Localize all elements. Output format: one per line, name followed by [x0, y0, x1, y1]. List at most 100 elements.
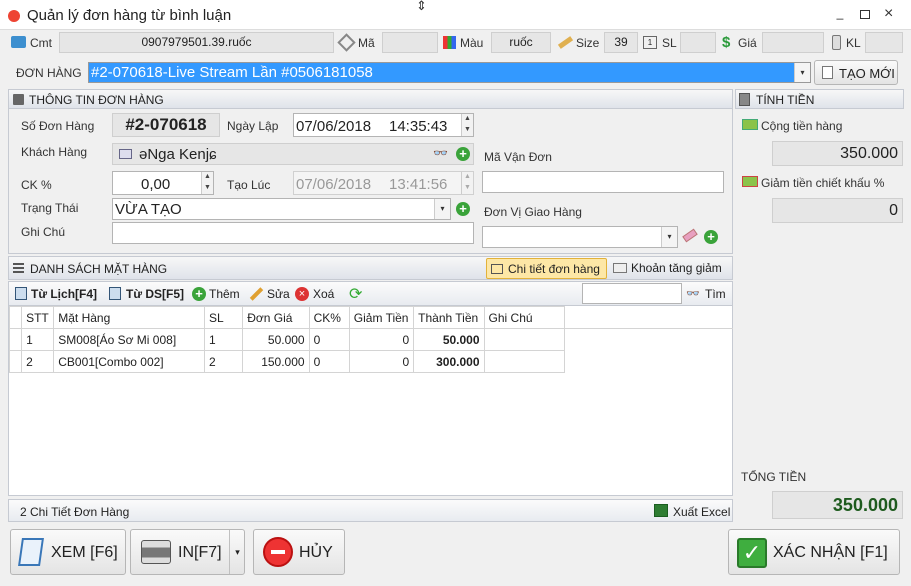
binoculars-icon[interactable]: 👓 — [433, 146, 448, 160]
ngay-lap-spinner[interactable]: ▲ ▼ — [461, 114, 473, 136]
tao-luc-field: 07/06/2018 13:41:56 ▲ ▼ — [293, 171, 474, 195]
in-dropdown-arrow[interactable]: ▾ — [229, 530, 245, 574]
resize-cursor-icon: ⇕ — [416, 0, 427, 13]
cell-mat-hang[interactable]: SM008[Áo Sơ Mi 008] — [53, 328, 206, 351]
col-indicator — [8, 306, 23, 329]
table-row[interactable]: 1 SM008[Áo Sơ Mi 008] 1 50.000 0 0 50.00… — [8, 328, 566, 351]
sua-button[interactable]: Sửa — [267, 287, 290, 301]
tab-chi-tiet-label: Chi tiết đơn hàng — [508, 262, 600, 276]
tim-button[interactable]: Tìm — [705, 287, 726, 301]
in-button[interactable]: IN[F7] ▾ — [130, 529, 245, 575]
order-dropdown-button[interactable]: ▾ — [794, 63, 810, 82]
cell-stt[interactable]: 1 — [21, 328, 55, 351]
ruler-icon — [557, 36, 574, 49]
detail-count: 2 Chi Tiết Đơn Hàng — [20, 505, 130, 519]
xoa-button[interactable]: Xoá — [313, 287, 334, 301]
items-table: STT Mặt Hàng SL Đơn Giá CK% Giảm Tiền Th… — [8, 306, 566, 373]
col-ghi-chu[interactable]: Ghi Chú — [483, 306, 566, 329]
ma-van-don-field[interactable] — [482, 171, 724, 193]
mau-field[interactable]: ruốc — [491, 32, 551, 53]
row-indicator — [8, 350, 23, 373]
don-vi-label: Đơn Vị Giao Hàng — [484, 205, 582, 219]
palette-icon — [443, 36, 456, 49]
sl-field[interactable] — [680, 32, 716, 53]
add-status-icon[interactable]: + — [456, 202, 470, 216]
xem-button[interactable]: XEM [F6] — [10, 529, 126, 575]
search-field[interactable] — [582, 283, 682, 304]
khach-hang-field[interactable]: əNga Kenjɕ — [112, 143, 474, 165]
col-ck[interactable]: CK% — [308, 306, 350, 329]
col-mat-hang[interactable]: Mặt Hàng — [53, 306, 206, 329]
close-button[interactable]: × — [884, 5, 893, 23]
cell-giam-tien[interactable]: 0 — [348, 350, 415, 373]
cmt-field[interactable]: 0907979501.39.ruốc — [59, 32, 334, 53]
tag-icon — [337, 33, 356, 52]
cell-giam-tien[interactable]: 0 — [348, 328, 415, 351]
kl-label: KL — [846, 36, 861, 50]
maximize-button[interactable] — [860, 10, 870, 19]
new-order-button[interactable]: TẠO MỚI — [814, 60, 898, 85]
don-vi-select[interactable]: ▾ — [482, 226, 678, 248]
title-bar: Quản lý đơn hàng từ bình luận ⇕ _ × — [0, 0, 911, 30]
minimize-button[interactable]: _ — [834, 7, 846, 20]
size-field[interactable]: 39 — [604, 32, 638, 53]
ghi-chu-field[interactable] — [112, 222, 474, 244]
col-sl[interactable]: SL — [204, 306, 244, 329]
cell-don-gia[interactable]: 150.000 — [242, 350, 310, 373]
add-shipper-icon[interactable]: + — [704, 230, 718, 244]
ck-field[interactable]: 0,00 ▲ ▼ — [112, 171, 214, 195]
kl-field[interactable] — [865, 32, 903, 53]
cell-sl[interactable]: 1 — [204, 328, 244, 351]
trang-thai-dropdown[interactable]: ▾ — [434, 199, 450, 219]
col-don-gia[interactable]: Đơn Giá — [242, 306, 310, 329]
order-select[interactable]: #2-070618-Live Stream Lần #0506181058 ▾ — [88, 62, 811, 83]
gia-label: Giá — [738, 36, 757, 50]
cancel-icon — [263, 537, 293, 567]
trang-thai-select[interactable]: VỪA TẠO ▾ — [112, 198, 451, 220]
order-label: ĐƠN HÀNG — [16, 66, 82, 80]
them-button[interactable]: Thêm — [209, 287, 240, 301]
cell-don-gia[interactable]: 50.000 — [242, 328, 310, 351]
cell-ghi-chu[interactable] — [483, 350, 566, 373]
xac-nhan-button[interactable]: ✓ XÁC NHẬN [F1] — [728, 529, 900, 575]
tao-luc-label: Tạo Lúc — [227, 178, 271, 192]
tao-luc-date: 07/06/2018 — [296, 176, 372, 193]
new-document-icon — [822, 66, 833, 79]
eraser-icon[interactable] — [682, 228, 698, 243]
xac-nhan-label: XÁC NHẬN [F1] — [773, 544, 888, 561]
xem-label: XEM [F6] — [51, 544, 118, 561]
ck-spinner[interactable]: ▲ ▼ — [201, 172, 213, 194]
col-thanh-tien[interactable]: Thành Tiền — [413, 306, 485, 329]
tab-khoan-tang-giam[interactable]: Khoản tăng giảm — [610, 258, 731, 279]
cell-ck[interactable]: 0 — [308, 350, 350, 373]
cell-ghi-chu[interactable] — [483, 328, 566, 351]
tu-ds-button[interactable]: Từ DS[F5] — [126, 287, 184, 301]
tab-chi-tiet[interactable]: Chi tiết đơn hàng — [486, 258, 607, 279]
sl-label: SL — [662, 36, 677, 50]
cell-stt[interactable]: 2 — [21, 350, 55, 373]
cell-mat-hang[interactable]: CB001[Combo 002] — [53, 350, 206, 373]
col-stt[interactable]: STT — [21, 306, 55, 329]
huy-button[interactable]: HỦY — [253, 529, 345, 575]
tu-lich-button[interactable]: Từ Lịch[F4] — [31, 287, 97, 301]
pencil-icon — [249, 287, 264, 301]
items-section-header: DANH SÁCH MẶT HÀNG Chi tiết đơn hàng Kho… — [8, 256, 733, 280]
add-customer-icon[interactable]: + — [456, 147, 470, 161]
col-giam-tien[interactable]: Giảm Tiền — [348, 306, 415, 329]
export-excel-button[interactable]: Xuất Excel — [673, 505, 730, 519]
ngay-lap-field[interactable]: 07/06/2018 14:35:43 ▲ ▼ — [293, 113, 474, 137]
table-row[interactable]: 2 CB001[Combo 002] 2 150.000 0 0 300.000 — [8, 350, 566, 373]
cell-ck[interactable]: 0 — [308, 328, 350, 351]
items-grid: STT Mặt Hàng SL Đơn Giá CK% Giảm Tiền Th… — [8, 306, 733, 496]
ma-field[interactable] — [382, 32, 438, 53]
gia-field[interactable] — [762, 32, 824, 53]
refresh-icon[interactable]: ⟳ — [349, 284, 362, 304]
mau-label: Màu — [460, 36, 484, 50]
cell-thanh-tien[interactable]: 300.000 — [413, 350, 485, 373]
money-minus-icon — [742, 176, 758, 187]
so-don-hang-field: #2-070618 — [112, 113, 220, 137]
cell-sl[interactable]: 2 — [204, 350, 244, 373]
don-vi-dropdown[interactable]: ▾ — [661, 227, 677, 247]
cell-thanh-tien[interactable]: 50.000 — [413, 328, 485, 351]
check-icon: ✓ — [737, 538, 767, 568]
